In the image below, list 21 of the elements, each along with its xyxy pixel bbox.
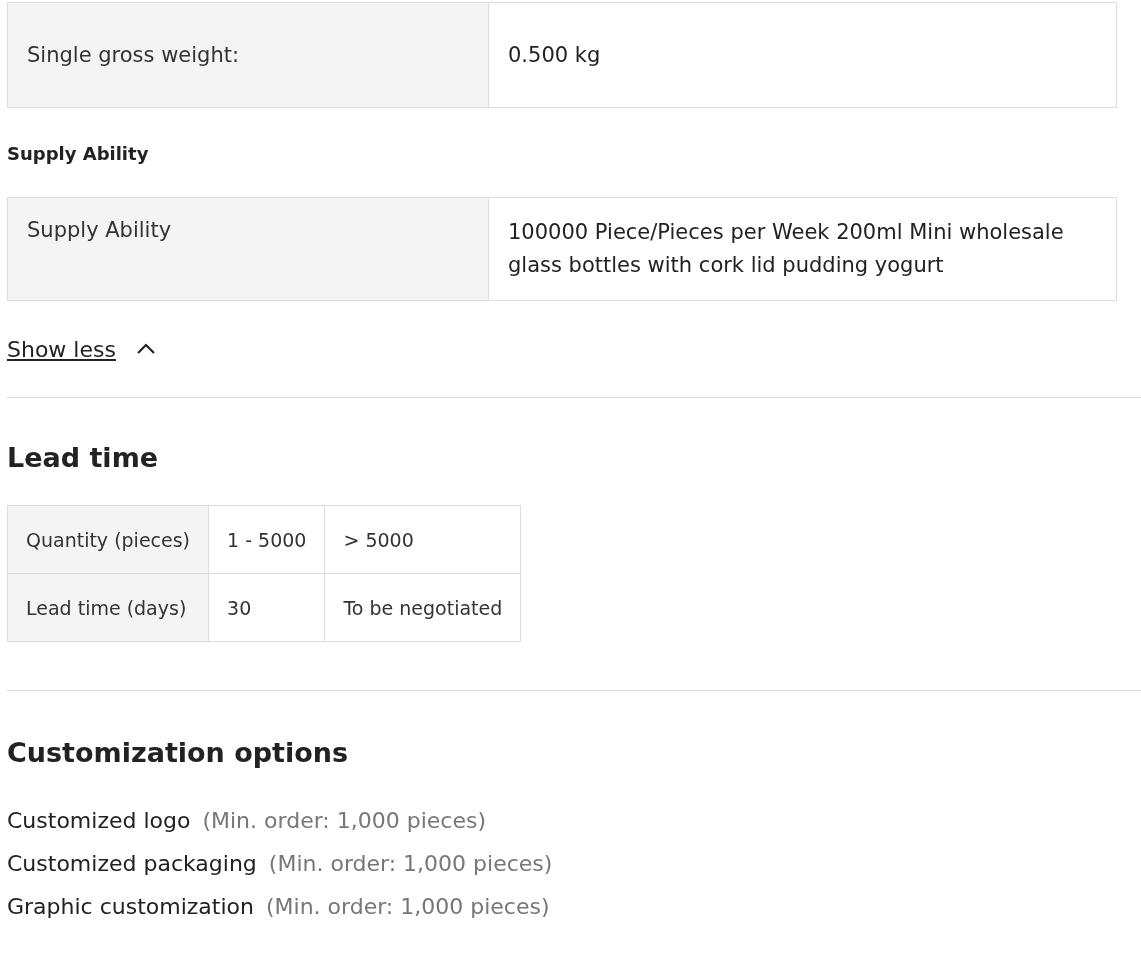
- option-name: Graphic customization: [7, 894, 254, 919]
- attribute-value: 100000 Piece/Pieces per Week 200ml Mini wholesale glass bottles with cork lid pudding yogurt: [488, 197, 1117, 301]
- table-cell: Quantity (pieces): [7, 505, 209, 574]
- table-cell: Lead time (days): [7, 573, 209, 642]
- attribute-label: Supply Ability: [7, 197, 489, 301]
- option-name: Customized logo: [7, 808, 191, 833]
- section-heading: Lead time: [7, 442, 160, 473]
- attribute-value: 0.500 kg: [488, 2, 1117, 108]
- table-cell: 1 - 5000: [208, 505, 325, 574]
- show-less-link[interactable]: Show less: [7, 336, 116, 362]
- table-cell: > 5000: [324, 505, 521, 574]
- section-heading: Customization options: [7, 737, 350, 768]
- chevron-up-icon[interactable]: [135, 343, 156, 355]
- minimum-order-note: (Min. order: 1,000 pieces): [202, 808, 486, 833]
- table-cell: 30: [208, 573, 325, 642]
- table-cell: To be negotiated: [324, 573, 521, 642]
- attribute-label: Single gross weight:: [7, 2, 489, 108]
- minimum-order-note: (Min. order: 1,000 pieces): [266, 894, 550, 919]
- minimum-order-note: (Min. order: 1,000 pieces): [268, 851, 553, 876]
- section-subheading: Supply Ability: [7, 143, 150, 164]
- option-name: Customized packaging: [7, 851, 257, 876]
